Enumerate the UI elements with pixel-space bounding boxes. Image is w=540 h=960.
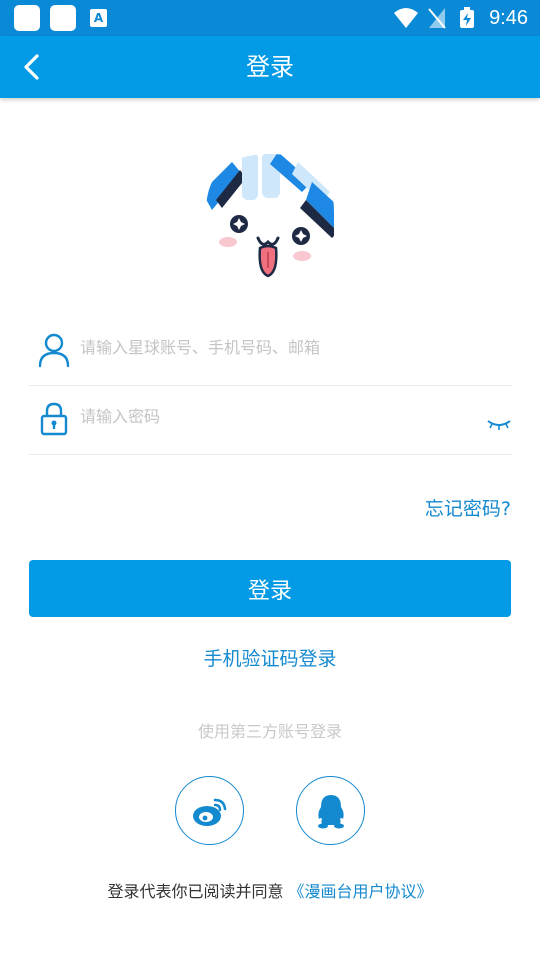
- mascot-logo: [206, 154, 334, 278]
- lock-icon: [40, 402, 68, 436]
- page-title: 登录: [246, 53, 294, 81]
- notification-icon: [14, 5, 40, 31]
- wifi-icon: [394, 8, 418, 28]
- status-bar: A 9:46: [0, 0, 540, 36]
- qq-penguin-icon: [318, 795, 344, 829]
- user-agreement-link[interactable]: 《漫画台用户协议》: [289, 882, 433, 901]
- third-party-label: 使用第三方账号登录: [197, 722, 342, 741]
- account-field: [28, 316, 512, 386]
- notification-icon: [50, 5, 76, 31]
- back-arrow-icon[interactable]: [14, 48, 52, 86]
- accessibility-icon: A: [90, 9, 107, 27]
- agreement-prefix: 登录代表你已阅读并同意: [107, 882, 284, 901]
- signal-icon: [428, 8, 446, 29]
- password-field: [28, 385, 512, 455]
- app-bar: 登录: [0, 36, 540, 98]
- user-icon: [38, 333, 70, 368]
- weibo-login-button[interactable]: [175, 776, 244, 845]
- eye-closed-icon[interactable]: [486, 417, 512, 431]
- sms-login-link[interactable]: 手机验证码登录: [0, 644, 540, 671]
- login-button[interactable]: 登录: [29, 560, 511, 617]
- weibo-icon: [193, 798, 227, 826]
- account-input[interactable]: [80, 332, 460, 362]
- battery-charging-icon: [460, 7, 474, 28]
- password-input[interactable]: [80, 401, 460, 431]
- clock: 9:46: [489, 7, 528, 29]
- forgot-password-link[interactable]: 忘记密码?: [425, 494, 511, 521]
- qq-login-button[interactable]: [296, 776, 365, 845]
- agreement-text: 登录代表你已阅读并同意 《漫画台用户协议》: [0, 878, 540, 902]
